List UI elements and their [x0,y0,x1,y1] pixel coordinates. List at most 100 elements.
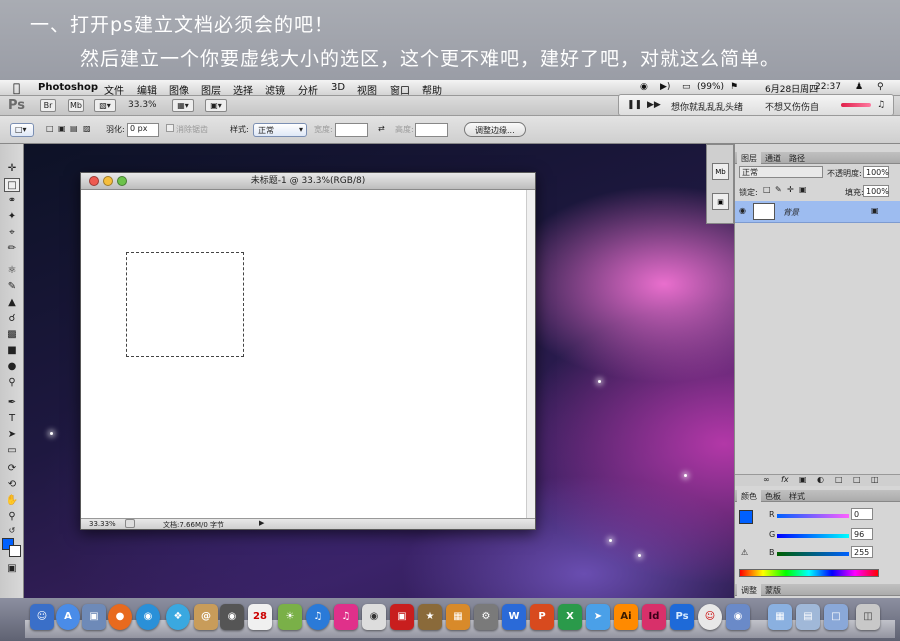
fill-input[interactable]: 100% [863,185,889,197]
menu-window[interactable]: 窗口 [390,82,410,97]
shape-tool-icon[interactable]: ▭ [4,444,20,458]
downloads-folder-icon[interactable]: □ [824,604,848,630]
trash-icon[interactable]: ◫ [871,475,879,484]
contacts-icon[interactable]: @ [194,604,218,630]
new-selection-icon[interactable]: □ [46,124,54,133]
photo-app-icon[interactable]: ▣ [390,604,414,630]
apple-icon[interactable]:  [13,81,20,95]
antialias-checkbox[interactable] [166,124,174,132]
tab-paths[interactable]: 路径 [785,152,809,164]
menu-select[interactable]: 选择 [233,82,253,97]
eye-icon[interactable]: ◉ [739,206,746,215]
itunes-icon[interactable]: ♫ [306,604,330,630]
b-input[interactable]: 255 [851,546,873,558]
clone-source-panel-icon[interactable]: ▣ [712,193,729,210]
swap-dimensions-icon[interactable]: ⇄ [378,124,385,133]
system-preferences-icon[interactable]: ⚙ [474,604,498,630]
eyedropper-tool-icon[interactable]: ✏ [4,242,20,256]
quick-mask-icon[interactable]: ▣ [4,562,20,576]
tab-layers[interactable]: 图层 [737,152,761,164]
b-slider[interactable] [777,552,849,556]
lock-position-icon[interactable]: ✛ [787,185,794,194]
lasso-tool-icon[interactable]: ⚭ [4,194,20,208]
lock-pixels-icon[interactable]: ✎ [775,185,782,194]
music-app-icon[interactable]: ♫ [334,604,358,630]
subtract-selection-icon[interactable]: ▤ [70,124,78,133]
battery-icon[interactable]: ▭ [682,82,691,92]
status-menu-arrow-icon[interactable]: ▶ [259,519,264,527]
document-window[interactable]: 未标题-1 @ 33.3%(RGB/8) 33.33% 文档:7.66M/0 字… [80,172,536,530]
adjustment-layer-icon[interactable]: ◐ [817,475,824,484]
menu-view[interactable]: 视图 [357,82,377,97]
powerpoint-icon[interactable]: P [530,604,554,630]
3d-orbit-tool-icon[interactable]: ⟲ [4,478,20,492]
quick-select-tool-icon[interactable]: ✦ [4,210,20,224]
music-progress[interactable] [841,103,871,107]
arrange-documents-button[interactable]: ▦▾ [172,99,194,112]
safari-icon[interactable]: ❖ [166,604,190,630]
zoom-button[interactable] [117,176,127,186]
intersect-selection-icon[interactable]: ▨ [83,124,91,133]
app-menu[interactable]: Photoshop [38,82,98,93]
gamut-warning-icon[interactable]: ⚠ [741,548,748,557]
dvd-player-icon[interactable]: ◉ [362,604,386,630]
status-info-icon[interactable] [125,519,135,528]
tab-swatches[interactable]: 色板 [761,490,785,502]
move-tool-icon[interactable]: ✛ [4,162,20,176]
wallpaper-app-icon[interactable]: ◉ [726,604,750,630]
link-layers-icon[interactable]: ∞ [763,475,770,484]
3d-rotate-tool-icon[interactable]: ⟳ [4,462,20,476]
messenger-icon[interactable]: ➤ [586,604,610,630]
layer-mask-icon[interactable]: ▣ [799,475,807,484]
menu-file[interactable]: 文件 [104,82,124,97]
add-selection-icon[interactable]: ▣ [58,124,66,133]
layer-row-background[interactable]: ◉ 背景 ▣ [735,201,900,223]
eraser-tool-icon[interactable]: ▩ [4,328,20,342]
refine-edge-button[interactable]: 调整边缘... [464,122,526,137]
firefox-icon[interactable]: ● [108,604,132,630]
r-slider[interactable] [777,514,849,518]
layer-style-icon[interactable]: fx [781,475,789,484]
trash-can-icon[interactable]: ◫ [856,604,880,630]
indesign-icon[interactable]: Id [642,604,666,630]
game-app-icon[interactable]: ★ [418,604,442,630]
tab-adjustments[interactable]: 调整 [737,584,761,596]
document-canvas[interactable] [81,190,527,520]
excel-icon[interactable]: X [558,604,582,630]
marquee-preset-picker[interactable]: □▾ [10,123,34,137]
status-zoom[interactable]: 33.33% [89,520,116,528]
clone-stamp-tool-icon[interactable]: ▲ [4,296,20,310]
next-track-icon[interactable]: ▶▶ [647,100,661,110]
menu-edit[interactable]: 编辑 [137,82,157,97]
qq-icon[interactable]: ☺ [698,604,722,630]
music-note-icon[interactable]: ♫ [877,100,885,110]
menu-filter[interactable]: 滤镜 [265,82,285,97]
style-select[interactable]: 正常 ▾ [253,123,307,137]
menu-image[interactable]: 图像 [169,82,189,97]
pause-icon[interactable]: ❚❚ [627,100,642,110]
history-brush-tool-icon[interactable]: ☌ [4,312,20,326]
color-spectrum-bar[interactable] [739,569,879,577]
tab-masks[interactable]: 蒙版 [761,584,785,596]
mini-bridge-panel-icon[interactable]: Mb [712,163,729,180]
swap-colors-icon[interactable]: ↺ [4,524,20,538]
finder-icon[interactable]: ☺ [30,604,54,630]
healing-brush-tool-icon[interactable]: ⚛ [4,264,20,278]
hand-tool-icon[interactable]: ✋ [4,494,20,508]
vertical-scrollbar[interactable] [526,190,535,520]
app-store-icon[interactable]: A [56,604,80,630]
screen-mode-button[interactable]: ▣▾ [205,99,227,112]
type-tool-icon[interactable]: T [4,412,20,426]
spotlight-search-icon[interactable]: ⚲ [877,82,884,92]
blend-mode-select[interactable]: 正常 [739,166,823,178]
menu-layer[interactable]: 图层 [201,82,221,97]
lock-transparent-icon[interactable]: □ [763,185,771,194]
user-icon[interactable]: ♟ [855,82,863,92]
illustrator-icon[interactable]: Ai [614,604,638,630]
preview-icon[interactable]: ▣ [82,604,106,630]
mini-bridge-button[interactable]: Mb [68,99,84,112]
tab-color[interactable]: 颜色 [737,490,761,502]
height-input[interactable] [415,123,448,137]
tab-styles[interactable]: 样式 [785,490,809,502]
brush-tool-icon[interactable]: ✎ [4,280,20,294]
